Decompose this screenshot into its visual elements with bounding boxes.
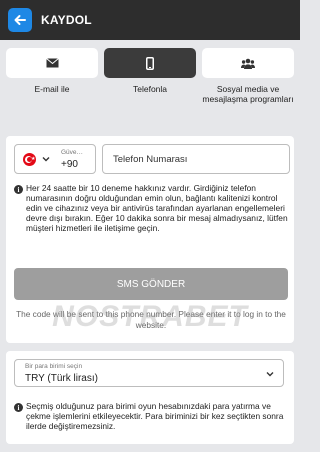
country-code-select[interactable]: ★ Güve… +90: [14, 144, 96, 174]
country-code: +90: [61, 159, 78, 170]
tab-phone[interactable]: Telefonla: [104, 48, 196, 104]
chevron-down-icon: [266, 372, 274, 377]
phone-icon: [146, 56, 154, 70]
page-title: KAYDOL: [41, 13, 92, 27]
currency-label: Bir para birimi seçin: [25, 363, 83, 370]
phone-number-input[interactable]: [102, 144, 290, 174]
currency-value: TRY (Türk lirası): [25, 373, 98, 384]
users-icon: [241, 58, 255, 69]
tab-social[interactable]: Sosyal media ve mesajlaşma programları: [202, 48, 294, 104]
tab-phone-label: Telefonla: [132, 84, 168, 94]
send-sms-button[interactable]: SMS GÖNDER: [14, 268, 288, 300]
envelope-icon: [45, 58, 59, 68]
chevron-down-icon: [42, 157, 50, 162]
currency-card: Bir para birimi seçin TRY (Türk lirası) …: [6, 351, 294, 444]
registration-tabs: E-mail ile Telefonla Sosyal media ve mes…: [0, 40, 300, 104]
country-label: Güve…: [61, 149, 84, 156]
header: KAYDOL: [0, 0, 300, 40]
phone-info-text: Her 24 saatte bir 10 deneme hakkınız var…: [26, 183, 288, 233]
info-icon: i: [14, 403, 23, 412]
arrow-left-icon: [14, 15, 26, 25]
currency-info: i Seçmiş olduğunuz para birimi oyun hesa…: [14, 401, 288, 431]
tab-social-label: Sosyal media ve mesajlaşma programları: [202, 84, 294, 104]
info-icon: i: [14, 185, 23, 194]
turkey-flag-icon: ★: [23, 153, 36, 166]
currency-select[interactable]: Bir para birimi seçin TRY (Türk lirası): [14, 359, 284, 387]
sms-note: The code will be sent to this phone numb…: [16, 309, 286, 330]
tab-email[interactable]: E-mail ile: [6, 48, 98, 104]
currency-info-text: Seçmiş olduğunuz para birimi oyun hesabı…: [26, 401, 284, 431]
phone-form-card: ★ Güve… +90 i Her 24 saatte bir 10 denem…: [6, 136, 294, 343]
phone-row: ★ Güve… +90: [14, 144, 290, 174]
tab-email-label: E-mail ile: [34, 84, 70, 94]
back-button[interactable]: [8, 8, 32, 32]
phone-info: i Her 24 saatte bir 10 deneme hakkınız v…: [14, 183, 288, 233]
